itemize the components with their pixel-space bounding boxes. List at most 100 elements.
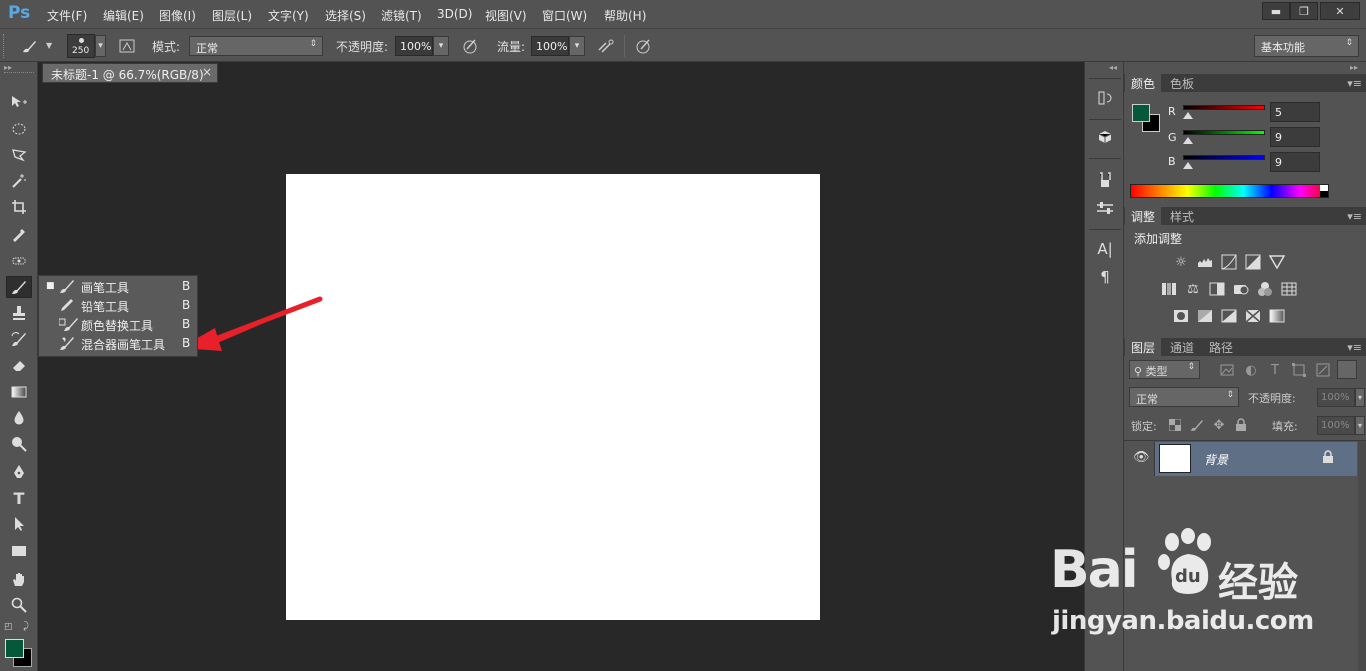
- zoom-tool-icon[interactable]: [6, 594, 32, 616]
- slider-track-r[interactable]: [1183, 105, 1265, 110]
- invert-icon[interactable]: [1172, 307, 1190, 325]
- curves-icon[interactable]: [1220, 253, 1238, 271]
- levels-icon[interactable]: [1196, 253, 1214, 271]
- mode-select[interactable]: 正常 ⇕: [189, 36, 323, 56]
- visibility-cell[interactable]: 👁: [1125, 442, 1155, 476]
- panel-menu-icon[interactable]: ▾≡: [1347, 341, 1362, 354]
- flyout-item-pencil[interactable]: 铅笔工具 B: [39, 296, 197, 315]
- channel-input-g[interactable]: 9: [1270, 127, 1320, 147]
- tab-layers[interactable]: 图层: [1125, 338, 1162, 356]
- brush-panel-toggle-icon[interactable]: [118, 37, 136, 55]
- pressure-opacity-icon[interactable]: [461, 37, 479, 55]
- threshold-icon[interactable]: [1220, 307, 1238, 325]
- brush-preset-icon[interactable]: [20, 37, 38, 55]
- brush-settings-panel-icon[interactable]: [1095, 198, 1115, 218]
- move-tool-icon[interactable]: [6, 91, 32, 113]
- brush-size-swatch[interactable]: 250: [67, 34, 95, 58]
- path-selection-icon[interactable]: [6, 513, 32, 535]
- menu-window[interactable]: 窗口(W): [542, 7, 587, 24]
- tool-preset-arrow-icon[interactable]: ▼: [46, 41, 52, 50]
- menu-3d[interactable]: 3D(D): [437, 7, 472, 21]
- posterize-icon[interactable]: [1196, 307, 1214, 325]
- menu-view[interactable]: 视图(V): [485, 7, 527, 24]
- minimize-button[interactable]: ▬: [1262, 2, 1290, 20]
- dodge-tool-icon[interactable]: [6, 433, 32, 455]
- flow-dropdown[interactable]: ▾: [569, 36, 585, 56]
- layer-row[interactable]: 👁 背景: [1125, 442, 1357, 476]
- panel-foreground-swatch[interactable]: [1132, 104, 1150, 122]
- lock-position-icon[interactable]: ✥: [1210, 416, 1228, 434]
- vibrance-icon[interactable]: [1268, 253, 1286, 271]
- spot-healing-icon[interactable]: [6, 250, 32, 272]
- selective-color-icon[interactable]: [1244, 307, 1262, 325]
- layer-name[interactable]: 背景: [1204, 451, 1228, 468]
- hue-saturation-icon[interactable]: [1160, 280, 1178, 298]
- opacity-dropdown[interactable]: ▾: [433, 36, 449, 56]
- lock-pixels-icon[interactable]: [1188, 416, 1206, 434]
- brush-tool-icon[interactable]: [6, 276, 32, 298]
- gradient-tool-icon[interactable]: [6, 381, 32, 403]
- rectangle-tool-icon[interactable]: [6, 540, 32, 562]
- eraser-icon[interactable]: [6, 354, 32, 376]
- layer-opacity-dropdown[interactable]: ▾: [1355, 388, 1365, 407]
- layer-thumbnail[interactable]: [1159, 444, 1191, 473]
- color-ramp[interactable]: [1130, 184, 1329, 198]
- menu-help[interactable]: 帮助(H): [604, 7, 646, 24]
- flyout-item-mixer-brush[interactable]: 混合器画笔工具 B: [39, 334, 197, 353]
- menu-filter[interactable]: 滤镜(T): [381, 7, 422, 24]
- tab-paths[interactable]: 路径: [1203, 338, 1239, 356]
- flow-input[interactable]: 100%: [531, 36, 569, 56]
- channel-mixer-icon[interactable]: [1256, 280, 1274, 298]
- layer-filter-select[interactable]: ⚲ 类型 ⇕: [1129, 360, 1200, 379]
- ramp-black-chip[interactable]: [1320, 191, 1328, 197]
- slider-thumb-r[interactable]: [1183, 112, 1193, 119]
- brightness-contrast-icon[interactable]: ☼: [1172, 253, 1190, 271]
- restore-button[interactable]: ❐: [1290, 2, 1318, 20]
- filter-toggle-button[interactable]: [1337, 360, 1357, 379]
- character-panel-icon[interactable]: A|: [1095, 239, 1115, 259]
- history-panel-icon[interactable]: [1095, 88, 1115, 108]
- flyout-item-brush[interactable]: ■ 画笔工具 B: [39, 277, 197, 296]
- slider-track-b[interactable]: [1183, 155, 1265, 160]
- color-lookup-icon[interactable]: [1280, 280, 1298, 298]
- toolbox-grip[interactable]: [4, 72, 34, 73]
- tab-swatches[interactable]: 色板: [1164, 74, 1200, 92]
- eye-icon[interactable]: 👁: [1133, 450, 1150, 465]
- pixel-layer-filter-icon[interactable]: [1218, 361, 1236, 379]
- close-icon[interactable]: ×: [202, 65, 212, 79]
- brush-size-dropdown[interactable]: ▾: [95, 35, 106, 57]
- color-balance-icon[interactable]: ⚖: [1184, 280, 1202, 298]
- swap-colors-icon[interactable]: ⤸: [23, 621, 29, 632]
- foreground-color-swatch[interactable]: [5, 639, 24, 658]
- channel-input-r[interactable]: 5: [1270, 102, 1320, 122]
- close-button[interactable]: ✕: [1320, 2, 1360, 20]
- slider-thumb-b[interactable]: [1183, 162, 1193, 169]
- slider-thumb-g[interactable]: [1183, 137, 1193, 144]
- gradient-map-icon[interactable]: [1268, 307, 1286, 325]
- menu-image[interactable]: 图像(I): [159, 7, 196, 24]
- type-tool-icon[interactable]: T: [6, 487, 32, 509]
- dock-collapse-icon[interactable]: ◂◂: [1109, 63, 1117, 72]
- flyout-item-color-replacement[interactable]: 颜色替换工具 B: [39, 315, 197, 334]
- canvas[interactable]: [286, 174, 820, 620]
- workspace-select[interactable]: 基本功能 ⇕: [1254, 35, 1359, 57]
- menu-layer[interactable]: 图层(L): [212, 7, 252, 24]
- menu-file[interactable]: 文件(F): [47, 7, 87, 24]
- options-grip[interactable]: [3, 34, 6, 58]
- pen-tool-icon[interactable]: [6, 461, 32, 483]
- hand-tool-icon[interactable]: [6, 568, 32, 590]
- paragraph-panel-icon[interactable]: ¶: [1095, 267, 1115, 287]
- tab-styles[interactable]: 样式: [1164, 207, 1200, 225]
- info-panel-icon[interactable]: [1095, 127, 1115, 147]
- panel-menu-icon[interactable]: ▾≡: [1347, 77, 1362, 90]
- menu-type[interactable]: 文字(Y): [268, 7, 309, 24]
- default-colors-icon[interactable]: ◰: [4, 622, 13, 632]
- tab-color[interactable]: 颜色: [1125, 74, 1162, 92]
- layer-opacity-input[interactable]: 100%: [1317, 388, 1355, 407]
- panel-collapse-icon[interactable]: ▸▸: [1350, 63, 1358, 72]
- blur-tool-icon[interactable]: [6, 407, 32, 429]
- brush-presets-panel-icon[interactable]: [1095, 170, 1115, 190]
- fill-dropdown[interactable]: ▾: [1355, 416, 1365, 435]
- slider-track-g[interactable]: [1183, 130, 1265, 135]
- menu-select[interactable]: 选择(S): [325, 7, 366, 24]
